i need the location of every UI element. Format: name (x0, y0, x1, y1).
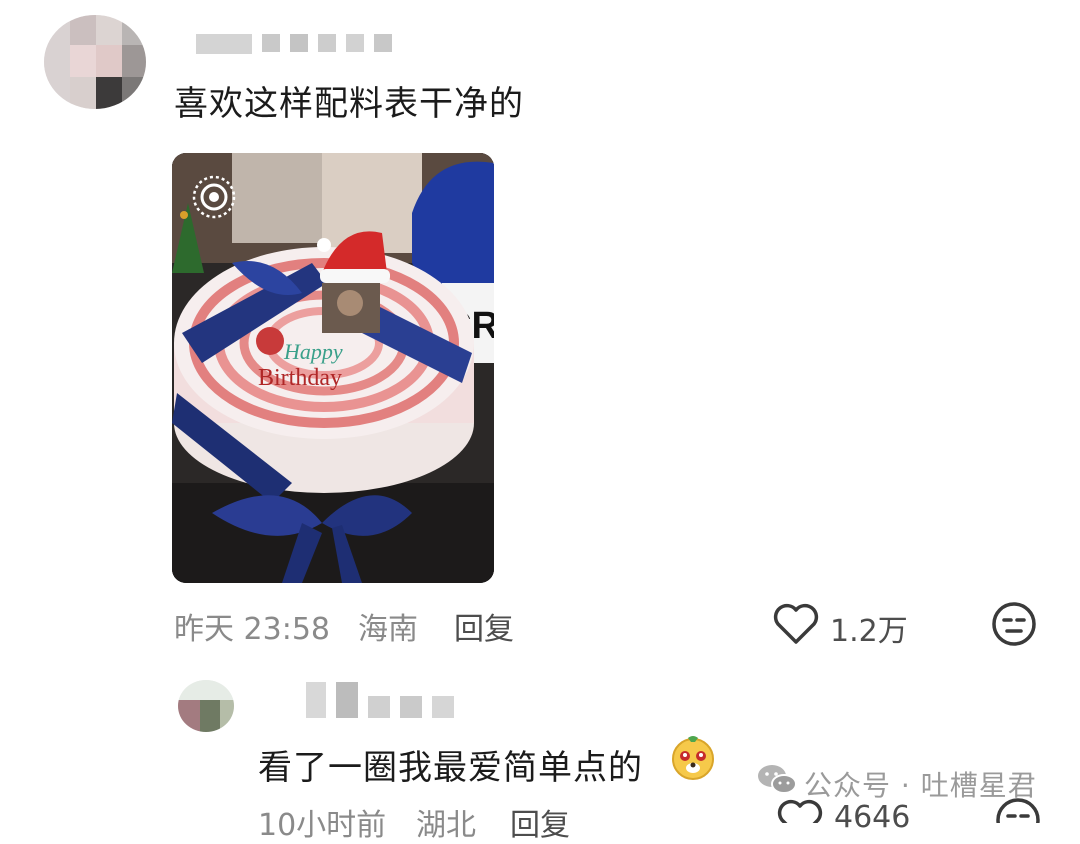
neutral-face-icon (992, 602, 1036, 646)
react-button[interactable] (990, 600, 1038, 648)
heart-outline-icon (773, 603, 819, 644)
comment-time: 昨天 23:58 (174, 612, 330, 647)
topper-happy: Happy (283, 339, 343, 364)
like-button[interactable] (772, 602, 820, 646)
comment-location: 湖北 (416, 808, 476, 843)
watermark-text: 公众号 · 吐槽星君 (804, 769, 1037, 802)
comment-text: 喜欢这样配料表干净的 (174, 84, 524, 124)
username[interactable] (306, 682, 454, 718)
wechat-logo-icon (756, 762, 798, 798)
like-count: 4646 (834, 800, 911, 835)
comment-time: 10小时前 (258, 808, 387, 843)
smiling-dog-emoji (668, 732, 718, 782)
comment-photo[interactable]: CR Happy Birthday (172, 153, 494, 583)
like-count: 1.2万 (830, 614, 908, 649)
comment-location: 海南 (358, 612, 418, 647)
reply-button[interactable]: 回复 (454, 604, 514, 648)
username[interactable] (196, 34, 392, 54)
comment-text: 看了一圈我最爱简单点的 (258, 748, 643, 788)
avatar[interactable] (44, 15, 146, 109)
avatar[interactable] (178, 680, 234, 732)
reply-button[interactable]: 回复 (510, 800, 570, 844)
topper-birthday: Birthday (258, 365, 342, 391)
